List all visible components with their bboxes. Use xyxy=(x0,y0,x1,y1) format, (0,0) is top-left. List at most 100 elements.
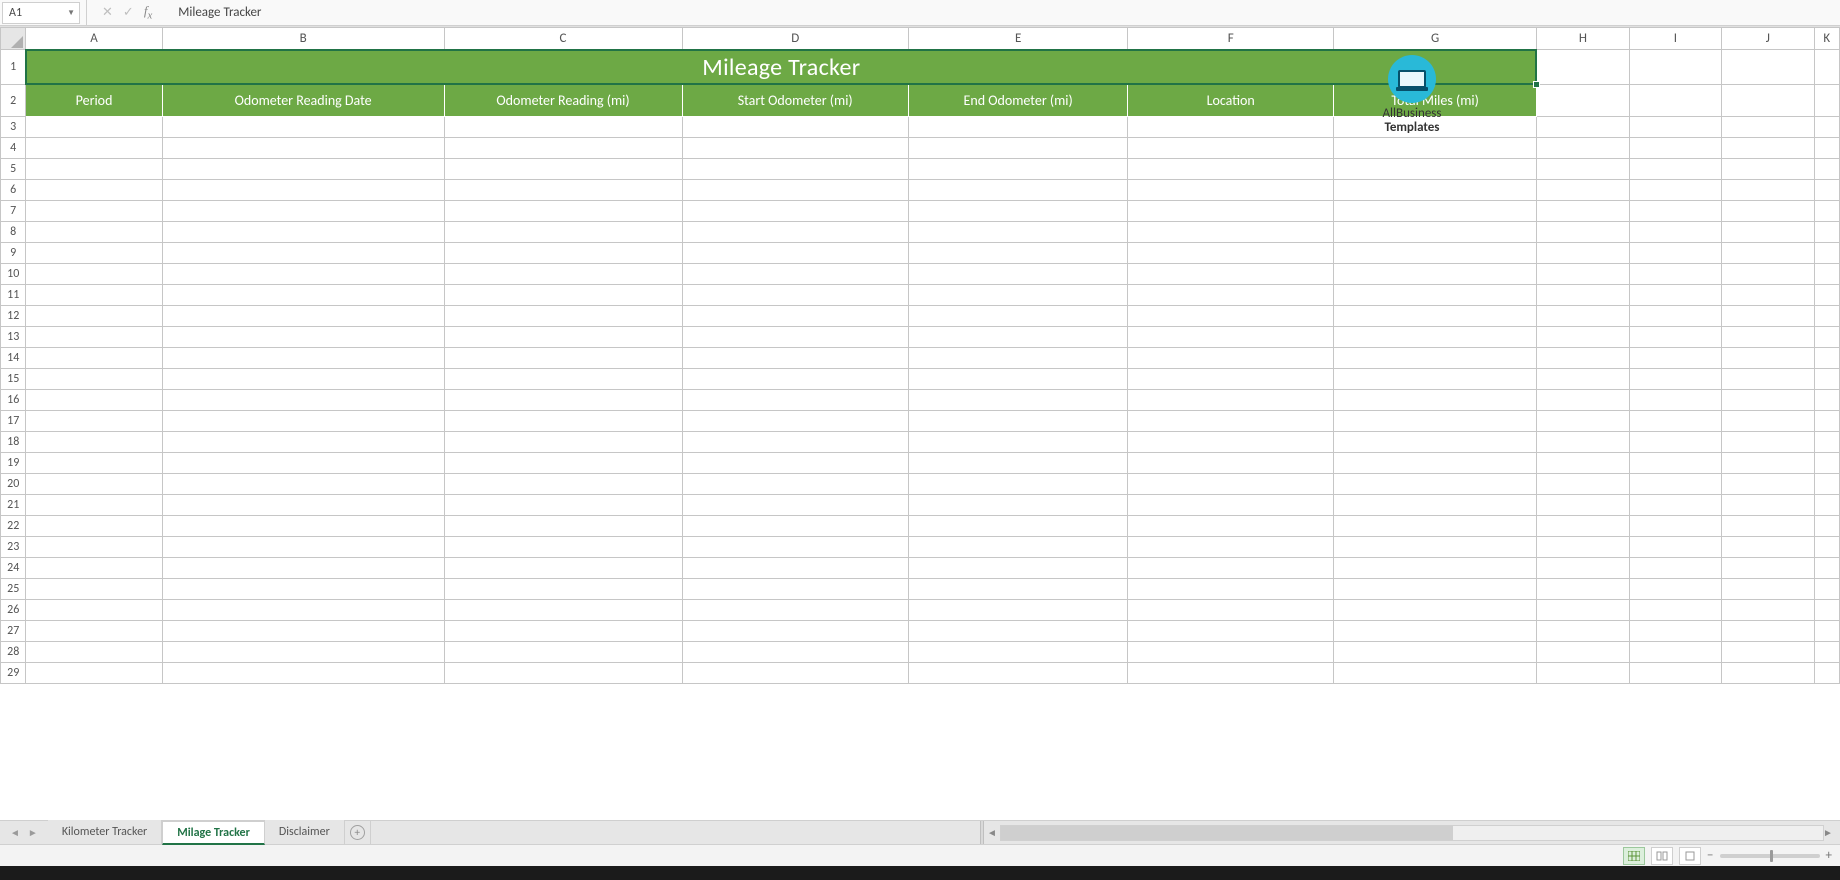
row-header[interactable]: 5 xyxy=(1,159,26,180)
cell[interactable] xyxy=(26,474,162,495)
cell[interactable] xyxy=(682,348,908,369)
cell[interactable] xyxy=(1629,516,1721,537)
cell[interactable] xyxy=(162,453,444,474)
cell[interactable] xyxy=(1128,138,1334,159)
scroll-track[interactable] xyxy=(1000,825,1824,841)
cell[interactable] xyxy=(26,642,162,663)
cell[interactable] xyxy=(26,516,162,537)
cell[interactable] xyxy=(1814,411,1840,432)
cell[interactable] xyxy=(1128,117,1334,138)
cell[interactable] xyxy=(1814,85,1840,117)
cell[interactable] xyxy=(908,243,1127,264)
cell[interactable] xyxy=(1128,327,1334,348)
cell[interactable] xyxy=(1537,600,1629,621)
sheet-tab[interactable]: Kilometer Tracker xyxy=(48,820,162,844)
cell[interactable] xyxy=(1814,432,1840,453)
cell[interactable] xyxy=(162,180,444,201)
cell[interactable] xyxy=(908,306,1127,327)
cell[interactable] xyxy=(682,642,908,663)
cell[interactable] xyxy=(1537,50,1629,85)
column-header[interactable]: D xyxy=(682,28,908,50)
cell[interactable] xyxy=(1814,579,1840,600)
cell[interactable] xyxy=(1128,264,1334,285)
row-header[interactable]: 6 xyxy=(1,180,26,201)
cell[interactable] xyxy=(1128,222,1334,243)
cell[interactable] xyxy=(1722,117,1814,138)
cell[interactable] xyxy=(1629,579,1721,600)
cell[interactable] xyxy=(1537,138,1629,159)
cell[interactable] xyxy=(444,663,682,684)
cell[interactable] xyxy=(1629,432,1721,453)
cell[interactable] xyxy=(1537,222,1629,243)
column-header[interactable]: K xyxy=(1814,28,1840,50)
cell[interactable] xyxy=(162,579,444,600)
cell[interactable] xyxy=(682,600,908,621)
cell[interactable] xyxy=(1722,474,1814,495)
cell[interactable] xyxy=(26,579,162,600)
cell[interactable] xyxy=(1629,285,1721,306)
header-cell[interactable]: Period xyxy=(26,85,162,117)
cell[interactable] xyxy=(1814,600,1840,621)
cell[interactable] xyxy=(908,642,1127,663)
cell[interactable] xyxy=(444,159,682,180)
cell[interactable] xyxy=(1629,558,1721,579)
cell[interactable] xyxy=(1128,537,1334,558)
cell[interactable] xyxy=(1814,537,1840,558)
cell[interactable] xyxy=(908,369,1127,390)
row-header[interactable]: 3 xyxy=(1,117,26,138)
cell[interactable] xyxy=(1537,621,1629,642)
cell[interactable] xyxy=(908,537,1127,558)
header-cell[interactable]: Total Miles (mi) xyxy=(1333,85,1536,117)
cell[interactable] xyxy=(908,264,1127,285)
cell[interactable] xyxy=(1333,516,1536,537)
cell[interactable] xyxy=(444,411,682,432)
cell[interactable] xyxy=(1814,138,1840,159)
cell[interactable] xyxy=(682,495,908,516)
cell[interactable] xyxy=(682,243,908,264)
header-cell[interactable]: Odometer Reading Date xyxy=(162,85,444,117)
cell[interactable] xyxy=(908,159,1127,180)
cell[interactable] xyxy=(444,537,682,558)
cell[interactable] xyxy=(444,390,682,411)
cell[interactable] xyxy=(1629,369,1721,390)
cell[interactable] xyxy=(1629,222,1721,243)
column-header[interactable]: F xyxy=(1128,28,1334,50)
cell[interactable] xyxy=(1629,306,1721,327)
cell[interactable] xyxy=(1814,453,1840,474)
cell[interactable] xyxy=(162,495,444,516)
cell[interactable] xyxy=(1814,474,1840,495)
column-header[interactable]: I xyxy=(1629,28,1721,50)
cell[interactable] xyxy=(682,117,908,138)
cell[interactable] xyxy=(908,600,1127,621)
cell[interactable] xyxy=(1814,327,1840,348)
cell[interactable] xyxy=(1629,243,1721,264)
cell[interactable] xyxy=(1537,85,1629,117)
cell[interactable] xyxy=(1814,180,1840,201)
cell[interactable] xyxy=(162,243,444,264)
cell[interactable] xyxy=(1814,117,1840,138)
cancel-icon[interactable]: ✕ xyxy=(102,5,113,20)
cell[interactable] xyxy=(908,621,1127,642)
cell[interactable] xyxy=(1333,390,1536,411)
cell[interactable] xyxy=(1128,348,1334,369)
cell[interactable] xyxy=(1333,474,1536,495)
cell[interactable] xyxy=(908,180,1127,201)
cell[interactable] xyxy=(1722,453,1814,474)
cell[interactable] xyxy=(26,390,162,411)
cell[interactable] xyxy=(1814,663,1840,684)
cell[interactable] xyxy=(26,369,162,390)
cell[interactable] xyxy=(26,285,162,306)
cell[interactable] xyxy=(444,201,682,222)
horizontal-scrollbar[interactable]: ◄ ► xyxy=(980,821,1840,844)
row-header[interactable]: 13 xyxy=(1,327,26,348)
cell[interactable] xyxy=(682,474,908,495)
cell[interactable] xyxy=(1722,495,1814,516)
cell[interactable] xyxy=(1333,663,1536,684)
cell[interactable] xyxy=(162,306,444,327)
cell[interactable] xyxy=(682,537,908,558)
cell[interactable] xyxy=(1814,264,1840,285)
cell[interactable] xyxy=(682,369,908,390)
cell[interactable] xyxy=(26,180,162,201)
header-cell[interactable]: Location xyxy=(1128,85,1334,117)
cell[interactable] xyxy=(1333,411,1536,432)
